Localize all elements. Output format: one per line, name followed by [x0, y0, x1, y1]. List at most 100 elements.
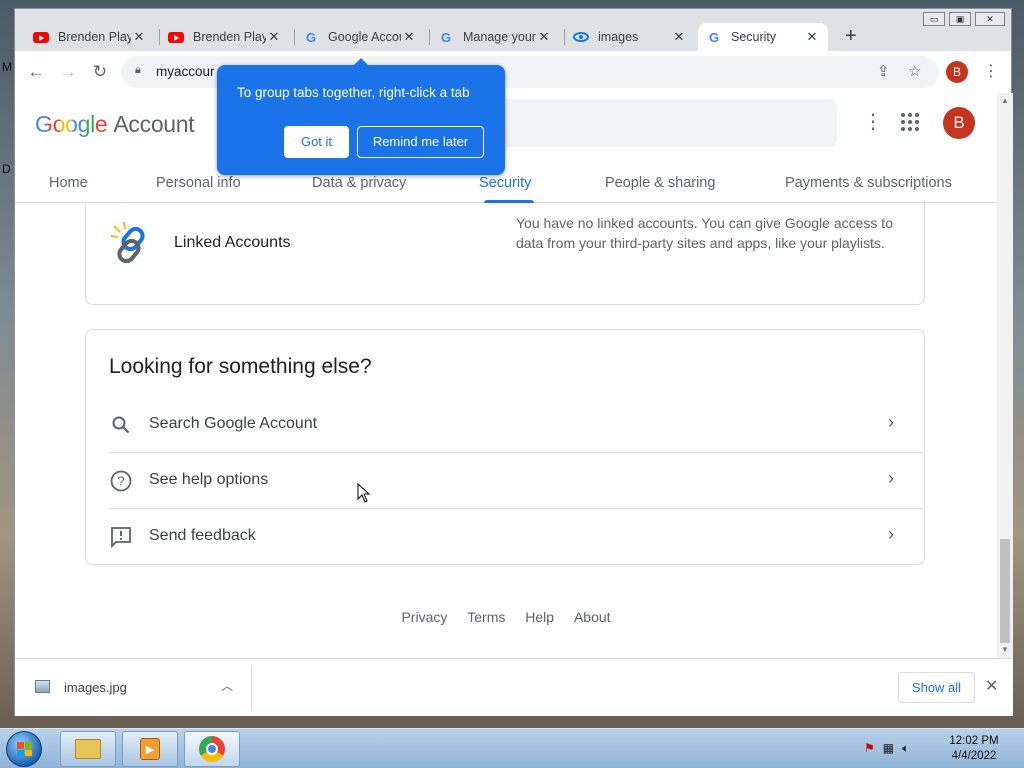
browser-toolbar: ← → ↻ 🔒︎ myaccour ⇪ ☆ B ⋮	[15, 51, 1011, 93]
linked-accounts-description: You have no linked accounts. You can giv…	[516, 215, 893, 251]
help-options-row[interactable]: ? See help options ›	[109, 453, 924, 509]
share-icon[interactable]: ⇪	[877, 62, 890, 80]
taskbar-explorer[interactable]	[60, 731, 116, 767]
show-all-button[interactable]: Show all	[898, 672, 975, 703]
apps-grid-icon[interactable]	[901, 113, 919, 131]
footer-terms-link[interactable]: Terms	[467, 609, 505, 625]
youtube-icon	[168, 29, 184, 45]
image-file-icon	[35, 680, 50, 693]
clock-date: 4/4/2022	[951, 750, 997, 762]
chevron-right-icon: ›	[888, 524, 894, 544]
close-tab-icon[interactable]: ✕	[131, 29, 147, 45]
forward-icon[interactable]: →	[57, 62, 79, 82]
tab-images[interactable]: images ✕	[565, 23, 695, 51]
tab-home[interactable]: Home	[49, 175, 88, 191]
page-footer: Privacy Terms Help About	[15, 609, 997, 625]
close-downloads-icon[interactable]: ✕	[985, 676, 998, 696]
divider	[251, 667, 252, 709]
tab-google-account[interactable]: G Google Accou ✕	[295, 23, 425, 51]
close-tab-icon[interactable]: ✕	[804, 29, 820, 45]
network-icon[interactable]: ▦	[883, 741, 894, 756]
looking-for-else-card: Looking for something else? Search Googl…	[85, 329, 925, 565]
search-account-row[interactable]: Search Google Account ›	[109, 397, 924, 453]
lens-icon	[573, 29, 589, 45]
close-tab-icon[interactable]: ✕	[671, 29, 687, 45]
scroll-down-icon[interactable]: ▼	[1001, 645, 1009, 654]
google-icon: G	[440, 29, 452, 45]
account-avatar[interactable]: B	[943, 107, 975, 139]
account-wordmark: Account	[113, 111, 195, 137]
account-nav-tabs: Home Personal info Data & privacy Securi…	[15, 169, 997, 203]
page-viewport: Google Account ⋮ B Home Personal info Dat…	[15, 93, 997, 658]
chevron-right-icon: ›	[888, 468, 894, 488]
remind-later-button[interactable]: Remind me later	[357, 126, 484, 158]
close-tab-icon[interactable]: ✕	[266, 29, 282, 45]
browser-window: ▭ ▣ ✕ Brenden Play ✕ Brenden Play ✕ G Go…	[14, 8, 1013, 716]
google-account-logo[interactable]: Google Account	[35, 111, 195, 138]
taskbar-chrome[interactable]	[184, 731, 240, 767]
tab-title: Brenden Play	[58, 30, 131, 44]
search-icon	[109, 413, 133, 437]
downloads-bar: images.jpg ︿ Show all ✕	[15, 658, 1013, 716]
profile-avatar[interactable]: B	[946, 61, 968, 83]
footer-help-link[interactable]: Help	[525, 609, 554, 625]
google-icon: G	[708, 29, 720, 45]
account-search-box[interactable]	[483, 99, 837, 147]
scroll-thumb[interactable]	[1000, 539, 1010, 643]
looking-else-heading: Looking for something else?	[109, 355, 372, 378]
tab-groups-tip-bubble: To group tabs together, right-click a ta…	[217, 58, 505, 175]
page-scrollbar[interactable]: ▲ ▼	[997, 93, 1013, 658]
more-options-icon[interactable]: ⋮	[863, 109, 883, 134]
start-button[interactable]	[6, 731, 42, 767]
tab-title: images	[598, 30, 639, 44]
download-file-name[interactable]: images.jpg	[64, 680, 127, 695]
footer-about-link[interactable]: About	[574, 609, 611, 625]
row-label: See help options	[149, 471, 269, 488]
desktop-label: D	[2, 162, 11, 176]
tab-payments-subscriptions[interactable]: Payments & subscriptions	[785, 175, 952, 191]
reload-icon[interactable]: ↻	[89, 62, 111, 82]
chrome-icon	[199, 736, 225, 762]
clock-time: 12:02 PM	[949, 735, 999, 747]
send-feedback-row[interactable]: Send feedback ›	[109, 509, 924, 565]
bookmark-star-icon[interactable]: ☆	[908, 62, 921, 80]
close-tab-icon[interactable]: ✕	[536, 29, 552, 45]
linked-accounts-icon	[110, 221, 145, 264]
tab-title: Security	[731, 30, 777, 44]
linked-accounts-title: Linked Accounts	[174, 234, 291, 251]
tab-people-sharing[interactable]: People & sharing	[605, 175, 715, 191]
tab-manage-your[interactable]: G Manage your ✕	[430, 23, 560, 51]
row-label: Send feedback	[149, 527, 256, 544]
lock-icon: 🔒︎	[135, 64, 141, 76]
taskbar-clock[interactable]: 12:02 PM 4/4/2022	[944, 734, 1004, 764]
desktop-label: M	[2, 60, 12, 74]
system-tray: ⚑ ▦ 🔈︎	[864, 741, 909, 756]
volume-icon[interactable]: 🔈︎	[902, 741, 909, 756]
svg-text:?: ?	[117, 474, 124, 489]
tab-brenden-play-1[interactable]: Brenden Play ✕	[25, 23, 155, 51]
close-tab-icon[interactable]: ✕	[401, 29, 417, 45]
google-icon: G	[305, 29, 317, 45]
scroll-up-icon[interactable]: ▲	[1001, 96, 1009, 105]
help-icon: ?	[109, 469, 133, 493]
tab-title: Google Accou	[328, 30, 401, 44]
new-tab-button[interactable]: +	[845, 25, 857, 48]
linked-accounts-card[interactable]: Linked Accounts You have no linked accou…	[85, 203, 925, 305]
browser-menu-icon[interactable]: ⋮	[983, 61, 999, 81]
got-it-button[interactable]: Got it	[284, 126, 349, 158]
tab-security-page[interactable]: Security	[479, 175, 531, 191]
tab-security[interactable]: G Security ✕	[698, 23, 828, 51]
taskbar-media-player[interactable]: ▶	[122, 731, 178, 767]
back-icon[interactable]: ←	[25, 62, 47, 82]
tab-brenden-play-2[interactable]: Brenden Play ✕	[160, 23, 290, 51]
tip-text: To group tabs together, right-click a ta…	[237, 85, 470, 100]
youtube-icon	[33, 29, 49, 45]
tab-strip: Brenden Play ✕ Brenden Play ✕ G Google A…	[15, 23, 1011, 51]
google-wordmark: Google	[35, 111, 108, 137]
action-center-icon[interactable]: ⚑	[864, 741, 875, 756]
chevron-right-icon: ›	[888, 412, 894, 432]
tab-personal-info[interactable]: Personal info	[156, 175, 241, 191]
footer-privacy-link[interactable]: Privacy	[401, 609, 447, 625]
chevron-up-icon[interactable]: ︿	[221, 677, 233, 694]
tab-data-privacy[interactable]: Data & privacy	[312, 175, 406, 191]
